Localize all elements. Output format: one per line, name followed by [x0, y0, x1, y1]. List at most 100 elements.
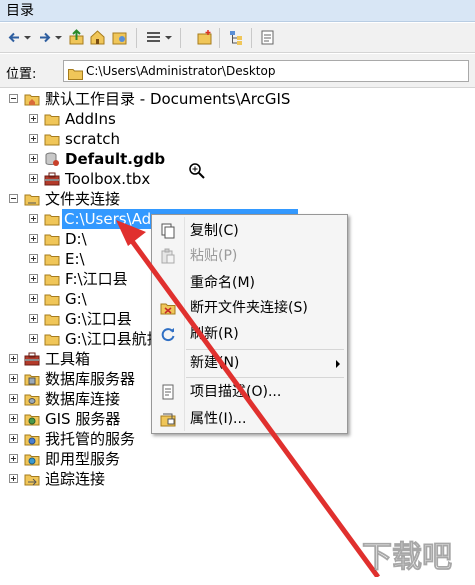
expand-icon[interactable]	[29, 274, 38, 283]
tree-node-label: Toolbox.tbx	[65, 170, 151, 188]
window-title: 目录	[0, 0, 475, 22]
toggle-contents-icon[interactable]	[228, 29, 245, 46]
back-dropdown-icon[interactable]	[23, 29, 32, 46]
connect-folder-icon[interactable]	[111, 29, 128, 46]
disconnect-folder-icon	[160, 300, 176, 316]
expand-icon[interactable]	[29, 154, 38, 163]
hosted-services-icon	[24, 431, 40, 447]
expand-icon[interactable]	[29, 174, 38, 183]
tree-node-label: scratch	[65, 130, 121, 148]
tree-node-label: E:\	[65, 250, 85, 268]
folder-icon	[68, 65, 83, 84]
tree-node-label: AddIns	[65, 110, 116, 128]
menu-item-label: 刷新(R)	[190, 326, 239, 342]
menu-item-label: 断开文件夹连接(S)	[190, 300, 308, 316]
expand-icon[interactable]	[29, 214, 38, 223]
tracking-connection-icon	[24, 471, 40, 487]
folder-icon	[44, 311, 60, 327]
folder-connection-icon	[24, 191, 40, 207]
submenu-arrow-icon	[336, 360, 340, 368]
home-icon[interactable]	[89, 29, 106, 46]
forward-dropdown-icon[interactable]	[54, 29, 63, 46]
expand-icon[interactable]	[29, 254, 38, 263]
tree-node-label: 工具箱	[45, 350, 91, 368]
toolbar	[0, 23, 475, 53]
tree-node-label: 即用型服务	[45, 450, 121, 468]
location-bar: 位置:	[0, 54, 475, 88]
menu-item-refresh[interactable]: 刷新(R)	[152, 322, 347, 346]
up-one-level-icon[interactable]	[68, 29, 85, 46]
new-folder-icon[interactable]	[196, 29, 213, 46]
toolbar-separator	[136, 28, 137, 48]
forward-icon[interactable]	[36, 29, 53, 46]
menu-item-label: 属性(I)...	[190, 411, 247, 427]
location-field-box[interactable]	[63, 60, 469, 82]
menu-item-new[interactable]: 新建(N)	[152, 351, 347, 375]
menu-item-copy[interactable]: 复制(C)	[152, 219, 347, 243]
menu-item-label: 重命名(M)	[190, 275, 256, 291]
location-label: 位置:	[6, 67, 37, 82]
menu-item-paste[interactable]: 粘贴(P)	[152, 244, 347, 268]
expand-icon[interactable]	[29, 114, 38, 123]
tree-node-label: 文件夹连接	[45, 190, 121, 208]
tree-node-label: G:\江口县	[65, 310, 132, 328]
expand-icon[interactable]	[9, 434, 18, 443]
tree-node-label: 默认工作目录 - Documents\ArcGIS	[45, 90, 291, 108]
folder-icon	[44, 231, 60, 247]
menu-item-rename[interactable]: 重命名(M)	[152, 271, 347, 295]
properties-icon	[160, 411, 176, 427]
menu-item-label: 项目描述(O)...	[190, 384, 282, 400]
location-input[interactable]	[86, 62, 466, 80]
back-icon[interactable]	[6, 29, 23, 46]
tree-node-label: G:\江口县航拍	[65, 330, 162, 348]
database-server-icon	[24, 371, 40, 387]
menu-item-disconnect-folder[interactable]: 断开文件夹连接(S)	[152, 296, 347, 320]
expand-icon[interactable]	[9, 414, 18, 423]
menu-separator	[186, 349, 344, 350]
watermark-text: 下载吧	[362, 540, 452, 575]
expand-icon[interactable]	[29, 314, 38, 323]
item-description-icon[interactable]	[259, 29, 276, 46]
folder-icon	[44, 291, 60, 307]
home-folder-icon	[24, 91, 40, 107]
menu-separator	[186, 377, 344, 378]
copy-icon	[160, 223, 176, 239]
toolbar-separator	[251, 28, 252, 48]
toolbox-icon	[44, 171, 60, 187]
toolbar-separator	[180, 28, 181, 48]
view-options-icon[interactable]	[145, 29, 162, 46]
expand-icon[interactable]	[9, 474, 18, 483]
tree-node-label: 追踪连接	[45, 470, 106, 488]
folder-icon	[44, 271, 60, 287]
item-description-icon	[160, 384, 176, 400]
tree-node-label: 数据库服务器	[45, 370, 136, 388]
menu-item-label: 粘贴(P)	[190, 248, 238, 264]
refresh-icon	[160, 326, 176, 342]
paste-icon	[160, 248, 176, 264]
ready-services-icon	[24, 451, 40, 467]
tree-node-label: 数据库连接	[45, 390, 121, 408]
expand-icon[interactable]	[29, 334, 38, 343]
folder-icon	[44, 331, 60, 347]
collapse-icon[interactable]	[9, 194, 18, 203]
expand-icon[interactable]	[29, 134, 38, 143]
collapse-icon[interactable]	[9, 94, 18, 103]
view-dropdown-icon[interactable]	[164, 29, 173, 46]
expand-icon[interactable]	[9, 354, 18, 363]
tree-node-label: G:\	[65, 290, 87, 308]
tree-node-label: F:\江口县	[65, 270, 128, 288]
expand-icon[interactable]	[29, 234, 38, 243]
geodatabase-icon	[44, 151, 60, 167]
tree-node-label: D:\	[65, 230, 87, 248]
toolbox-icon	[24, 351, 40, 367]
folder-icon	[44, 111, 60, 127]
folder-icon	[44, 131, 60, 147]
expand-icon[interactable]	[9, 394, 18, 403]
menu-item-description[interactable]: 项目描述(O)...	[152, 380, 347, 404]
expand-icon[interactable]	[9, 454, 18, 463]
menu-item-label: 新建(N)	[190, 355, 240, 371]
expand-icon[interactable]	[9, 374, 18, 383]
watermark-logo: 下载吧	[360, 533, 472, 577]
expand-icon[interactable]	[29, 294, 38, 303]
menu-item-properties[interactable]: 属性(I)...	[152, 407, 347, 431]
